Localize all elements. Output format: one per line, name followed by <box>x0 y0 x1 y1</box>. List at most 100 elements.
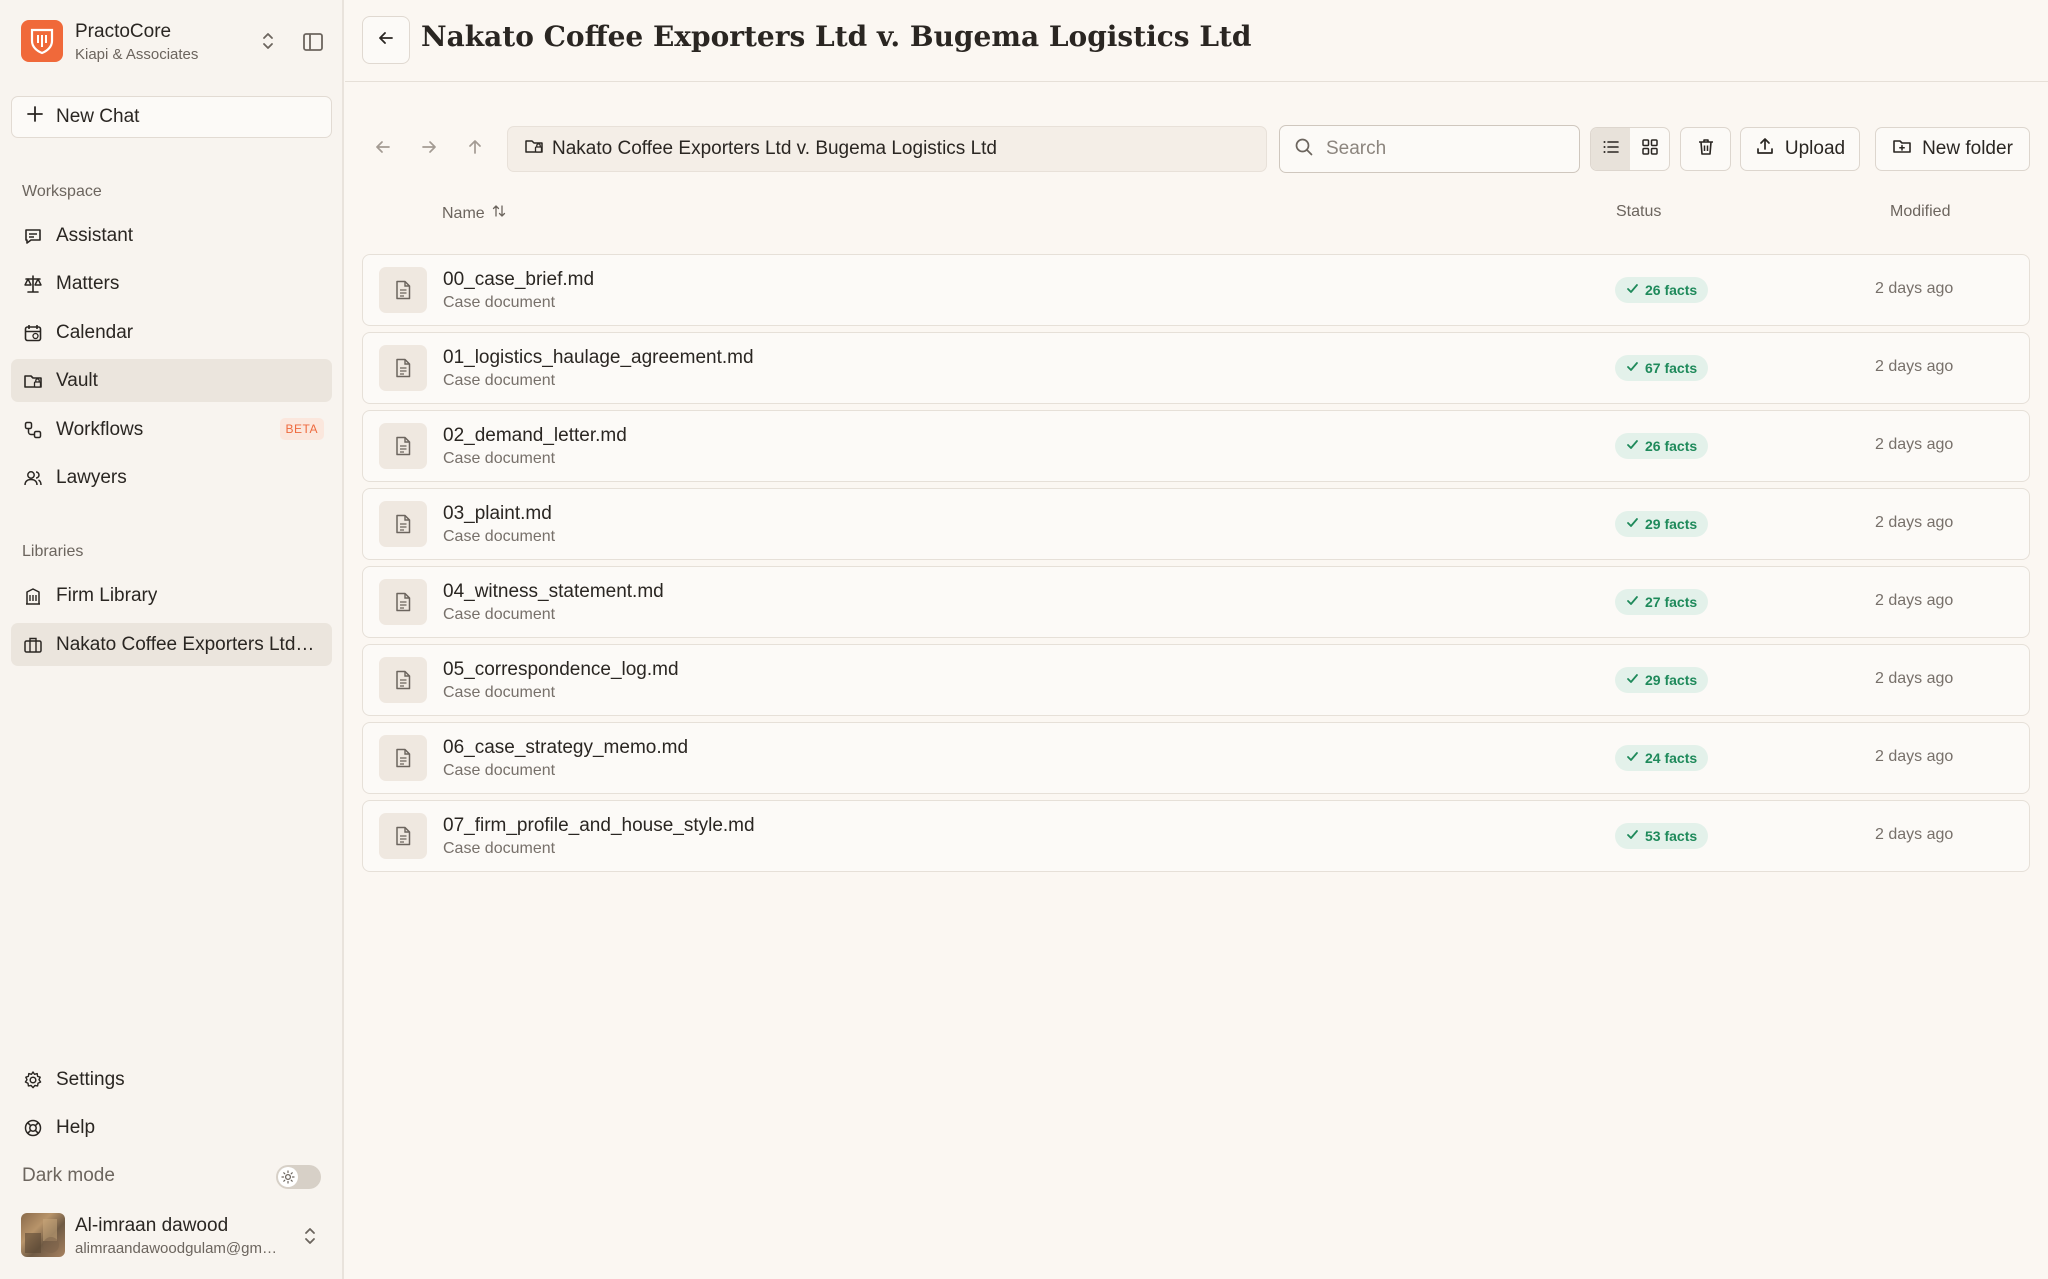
sun-icon <box>278 1167 298 1187</box>
sidebar-item-assistant[interactable]: Assistant <box>11 214 332 257</box>
brand-logo-icon <box>21 20 63 62</box>
sidebar-item-matter-library[interactable]: Nakato Coffee Exporters Ltd v. Bugema Lo… <box>11 623 332 666</box>
file-document-icon <box>379 579 427 625</box>
sidebar-item-matters[interactable]: Matters <box>11 262 332 305</box>
file-document-icon <box>379 267 427 313</box>
dark-mode-toggle[interactable] <box>276 1165 321 1189</box>
status-badge: 29 facts <box>1615 511 1709 537</box>
status-badge: 27 facts <box>1615 589 1709 615</box>
brand-org: Kiapi & Associates <box>75 46 199 63</box>
folder-lock-icon <box>22 370 44 392</box>
check-icon <box>1626 282 1639 298</box>
sidebar-item-label: Lawyers <box>56 466 127 488</box>
file-row[interactable]: 07_firm_profile_and_house_style.md Case d… <box>362 800 2030 872</box>
sidebar-item-vault[interactable]: Vault <box>11 359 332 402</box>
sort-icon <box>491 203 507 224</box>
file-row[interactable]: 03_plaint.md Case document 29 facts 2 days … <box>362 488 2030 560</box>
sidebar-item-label: Nakato Coffee Exporters Ltd v. Bugema Lo… <box>56 633 318 655</box>
lifebuoy-icon <box>22 1117 44 1139</box>
status-badge: 67 facts <box>1615 355 1709 381</box>
avatar <box>21 1213 65 1257</box>
modified-time: 2 days ago <box>1875 436 1954 453</box>
sidebar-item-label: Vault <box>56 369 98 391</box>
file-type: Case document <box>443 762 556 779</box>
file-type: Case document <box>443 528 556 545</box>
nav-back-button[interactable] <box>370 136 396 162</box>
nav-up-button[interactable] <box>462 136 488 162</box>
file-name: 03_plaint.md <box>443 503 552 524</box>
beta-badge: BETA <box>279 418 324 440</box>
user-menu[interactable]: Al-imraan dawood alimraandawoodgulam@gma… <box>21 1213 331 1259</box>
modified-time: 2 days ago <box>1875 280 1954 297</box>
check-icon <box>1626 594 1639 610</box>
upload-label: Upload <box>1784 138 1846 159</box>
file-row[interactable]: 04_witness_statement.md Case document 27 f… <box>362 566 2030 638</box>
arrow-up-icon <box>465 137 485 162</box>
scales-icon <box>22 273 44 295</box>
user-name: Al-imraan dawood <box>75 1215 229 1236</box>
sidebar-item-help[interactable]: Help <box>11 1106 332 1149</box>
new-chat-button[interactable]: New Chat <box>11 96 332 138</box>
back-button[interactable] <box>362 16 410 64</box>
new-chat-label: New Chat <box>56 106 140 127</box>
new-folder-button[interactable]: New folder <box>1875 127 2030 171</box>
nav-forward-button[interactable] <box>416 136 442 162</box>
user-menu-chevron-icon[interactable] <box>299 1225 321 1247</box>
list-icon <box>1601 137 1621 162</box>
file-type: Case document <box>443 372 556 389</box>
file-row[interactable]: 00_case_brief.md Case document 26 facts 2 d… <box>362 254 2030 326</box>
file-toolbar: Nakato Coffee Exporters Ltd v. Bugema Lo… <box>345 124 2048 174</box>
check-icon <box>1626 750 1639 766</box>
sidebar-item-firm-library[interactable]: Firm Library <box>11 574 332 617</box>
list-view-button[interactable] <box>1591 128 1630 170</box>
dark-mode-label: Dark mode <box>22 1165 115 1186</box>
workspace-switch-chevron-icon[interactable] <box>257 30 279 52</box>
sidebar-item-label: Firm Library <box>56 584 158 606</box>
column-header-status: Status <box>1616 203 1662 220</box>
path-breadcrumb[interactable]: Nakato Coffee Exporters Ltd v. Bugema Lo… <box>507 126 1267 172</box>
sidebar-item-calendar[interactable]: Calendar <box>11 311 332 354</box>
library-icon <box>22 585 44 607</box>
file-row[interactable]: 02_demand_letter.md Case document 26 facts… <box>362 410 2030 482</box>
grid-view-button[interactable] <box>1630 128 1669 170</box>
grid-icon <box>1640 137 1660 162</box>
arrow-left-icon <box>376 28 396 53</box>
file-row[interactable]: 05_correspondence_log.md Case document 29 … <box>362 644 2030 716</box>
file-document-icon <box>379 423 427 469</box>
workspace-section-label: Workspace <box>22 183 102 200</box>
delete-button[interactable] <box>1680 127 1731 171</box>
page-title: Nakato Coffee Exporters Ltd v. Bugema Lo… <box>421 20 1252 53</box>
sidebar-item-label: Help <box>56 1116 96 1138</box>
status-badge: 29 facts <box>1615 667 1709 693</box>
file-document-icon <box>379 813 427 859</box>
status-text: 26 facts <box>1645 438 1698 454</box>
file-name: 06_case_strategy_memo.md <box>443 737 689 758</box>
check-icon <box>1626 438 1639 454</box>
file-document-icon <box>379 345 427 391</box>
sidebar-item-workflows[interactable]: Workflows BETA <box>11 408 332 451</box>
upload-icon <box>1755 136 1775 162</box>
search-input[interactable] <box>1326 138 1566 160</box>
modified-time: 2 days ago <box>1875 826 1954 843</box>
column-name-label: Name <box>442 204 485 222</box>
modified-time: 2 days ago <box>1875 670 1954 687</box>
sidebar-item-settings[interactable]: Settings <box>11 1058 332 1101</box>
user-email: alimraandawoodgulam@gmail.com <box>75 1240 285 1257</box>
file-row[interactable]: 01_logistics_haulage_agreement.md Case do… <box>362 332 2030 404</box>
sidebar-toggle-icon[interactable] <box>301 30 325 54</box>
file-name: 02_demand_letter.md <box>443 425 627 446</box>
status-text: 53 facts <box>1645 828 1698 844</box>
column-header-name[interactable]: Name <box>442 203 507 224</box>
file-name: 05_correspondence_log.md <box>443 659 679 680</box>
sidebar-item-lawyers[interactable]: Lawyers <box>11 456 332 499</box>
column-header-modified: Modified <box>1890 203 1951 220</box>
libraries-section-label: Libraries <box>22 543 84 560</box>
file-row[interactable]: 06_case_strategy_memo.md Case document 24 … <box>362 722 2030 794</box>
status-text: 27 facts <box>1645 594 1698 610</box>
sidebar-item-label: Calendar <box>56 321 134 343</box>
upload-button[interactable]: Upload <box>1740 127 1860 171</box>
search-field[interactable] <box>1279 125 1580 173</box>
folder-lock-icon <box>524 136 544 162</box>
file-document-icon <box>379 735 427 781</box>
check-icon <box>1626 360 1639 376</box>
